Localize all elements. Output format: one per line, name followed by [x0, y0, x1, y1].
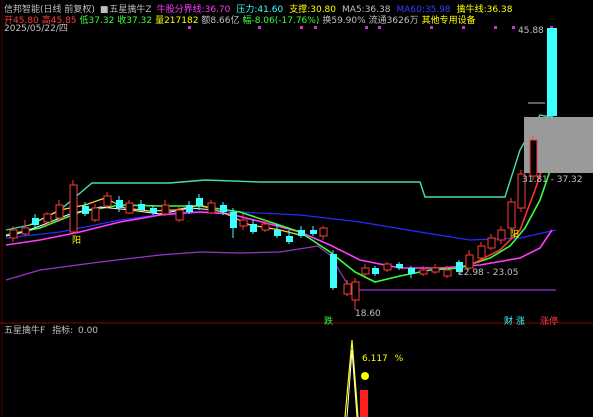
signal-dot: [430, 26, 433, 29]
marker-zhang: 涨: [516, 317, 526, 327]
signal-dot: [314, 26, 317, 29]
candle: [383, 262, 392, 272]
marker-zhangting: 涨停: [540, 317, 559, 327]
candle: [21, 220, 30, 236]
candle: [91, 204, 100, 222]
candle: [372, 266, 379, 276]
marker-yang-a: 阳: [72, 236, 82, 246]
candle: [465, 250, 474, 270]
signal-dot: [462, 26, 465, 29]
candle: [298, 226, 305, 238]
sub-pct-label: 6.117 %: [362, 354, 403, 364]
sub-red-bar: [360, 390, 368, 417]
signal-dot: [512, 26, 515, 29]
signal-dot: [188, 26, 191, 29]
candle: [343, 280, 352, 296]
candle: [431, 264, 440, 274]
candle: [477, 242, 486, 262]
low-range-label: 22.98 - 23.05: [458, 268, 519, 278]
candle: [319, 226, 328, 240]
sub-index-label: 指标:: [52, 326, 74, 336]
marker-die: 跌: [324, 317, 334, 327]
candle: [250, 220, 257, 234]
sub-title: 五星擒牛F: [4, 326, 46, 336]
candle: [497, 226, 506, 244]
candle: [125, 200, 134, 214]
candle: [529, 136, 538, 180]
candle: [361, 264, 370, 276]
high-price-label: 45.88: [518, 26, 544, 36]
marker-yang-b: 阳: [510, 230, 520, 240]
candle: [196, 194, 203, 210]
candle: [330, 250, 337, 290]
sub-pct-value: 6.117: [362, 354, 388, 364]
candlestick-chart[interactable]: [0, 0, 593, 417]
low-price-label: 18.60: [355, 309, 381, 319]
box-range-label: 31.81 - 37.32: [522, 175, 583, 185]
candle: [103, 192, 112, 208]
signal-dot: [365, 26, 368, 29]
signal-dot: [300, 26, 303, 29]
marker-cai: 财: [504, 317, 514, 327]
candle: [310, 226, 317, 236]
sub-pct-unit: %: [394, 354, 404, 364]
sub-index-value: 0.00: [77, 326, 99, 336]
candle: [487, 234, 496, 250]
signal-dot: [378, 26, 381, 29]
candle: [351, 278, 360, 310]
signal-dot: [494, 26, 497, 29]
candle: [507, 198, 516, 230]
candle: [161, 200, 170, 216]
candle: [230, 208, 237, 238]
signal-dot: [258, 26, 261, 29]
candle: [69, 180, 78, 234]
candle: [207, 200, 216, 214]
candle: [32, 214, 39, 228]
smiley-icon: [361, 372, 369, 380]
sub-panel-title: 五星擒牛F 指标: 0.00: [4, 326, 98, 337]
